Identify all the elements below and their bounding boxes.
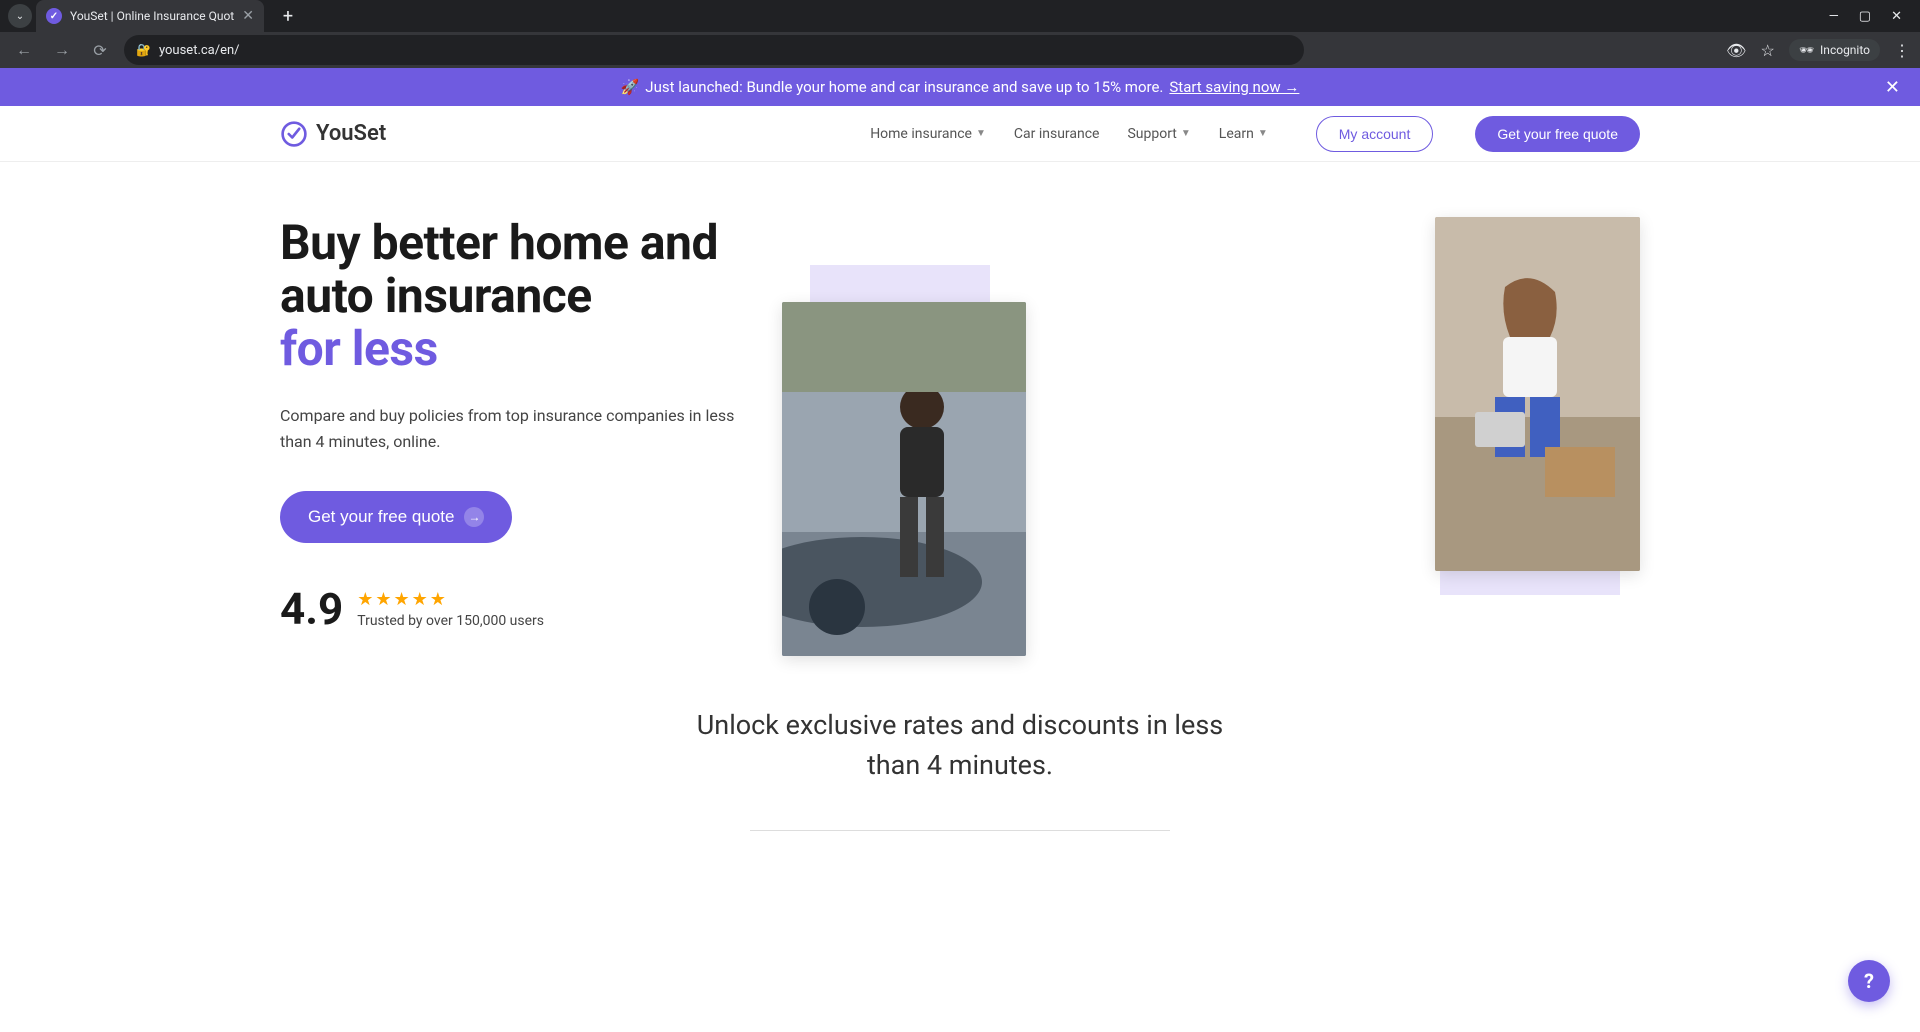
hero-image-home <box>1435 217 1640 571</box>
tab-close-icon[interactable]: ✕ <box>242 8 254 24</box>
brand-name: YouSet <box>316 121 386 146</box>
help-fab-button[interactable]: ? <box>1848 960 1890 1002</box>
incognito-label: Incognito <box>1820 43 1870 57</box>
nav-learn[interactable]: Learn▼ <box>1219 126 1268 142</box>
chevron-down-icon: ▼ <box>1258 128 1268 139</box>
nav-support[interactable]: Support▼ <box>1127 126 1190 142</box>
tab-title: YouSet | Online Insurance Quot <box>70 9 234 23</box>
trusted-text: Trusted by over 150,000 users <box>357 613 544 629</box>
incognito-badge[interactable]: 🕶 Incognito <box>1789 39 1880 61</box>
browser-tab[interactable]: ✓ YouSet | Online Insurance Quot ✕ <box>36 0 264 32</box>
my-account-button[interactable]: My account <box>1316 116 1434 152</box>
tab-search-dropdown[interactable]: ⌄ <box>8 4 32 28</box>
rocket-icon: 🚀 <box>621 78 640 96</box>
reload-button[interactable]: ⟳ <box>86 36 114 64</box>
url-text: youset.ca/en/ <box>159 43 240 58</box>
minimize-icon[interactable]: — <box>1829 9 1839 24</box>
site-info-icon[interactable]: 🔐 <box>136 43 151 57</box>
hero-image-car <box>782 302 1026 656</box>
back-button[interactable]: ← <box>10 36 38 64</box>
nav-car-insurance[interactable]: Car insurance <box>1014 126 1100 142</box>
hero-subtitle: Compare and buy policies from top insura… <box>280 403 740 454</box>
section-title: Unlock exclusive rates and discounts in … <box>680 705 1240 786</box>
banner-close-icon[interactable]: ✕ <box>1885 77 1900 98</box>
logo-icon <box>280 120 308 148</box>
nav-home-insurance[interactable]: Home insurance▼ <box>870 126 986 142</box>
tab-favicon: ✓ <box>46 8 62 24</box>
new-tab-button[interactable]: + <box>274 2 302 30</box>
divider <box>750 830 1170 831</box>
main-nav: YouSet Home insurance▼ Car insurance Sup… <box>0 106 1920 162</box>
incognito-icon: 🕶 <box>1799 43 1814 57</box>
eye-off-icon[interactable]: 👁 <box>1726 41 1746 60</box>
hero-headline: Buy better home and auto insurance for l… <box>280 217 780 375</box>
hero-cta-button[interactable]: Get your free quote → <box>280 491 512 543</box>
nav-get-quote-button[interactable]: Get your free quote <box>1475 116 1640 152</box>
bookmark-icon[interactable]: ☆ <box>1760 41 1774 60</box>
banner-link[interactable]: Start saving now → <box>1169 78 1299 96</box>
rating-block: 4.9 ★★★★★ Trusted by over 150,000 users <box>280 583 780 635</box>
chevron-down-icon: ▼ <box>1181 128 1191 139</box>
menu-icon[interactable]: ⋮ <box>1894 41 1910 60</box>
hero-images <box>810 217 1640 635</box>
address-bar[interactable]: 🔐 youset.ca/en/ <box>124 35 1304 65</box>
brand-logo[interactable]: YouSet <box>280 120 386 148</box>
chevron-down-icon: ▼ <box>976 128 986 139</box>
arrow-right-icon: → <box>464 507 484 527</box>
star-icons: ★★★★★ <box>357 589 544 610</box>
close-window-icon[interactable]: ✕ <box>1891 9 1902 24</box>
promo-banner: 🚀 Just launched: Bundle your home and ca… <box>0 68 1920 106</box>
rating-score: 4.9 <box>280 583 343 635</box>
maximize-icon[interactable]: ▢ <box>1859 9 1871 24</box>
forward-button[interactable]: → <box>48 36 76 64</box>
banner-text: Just launched: Bundle your home and car … <box>645 78 1163 96</box>
